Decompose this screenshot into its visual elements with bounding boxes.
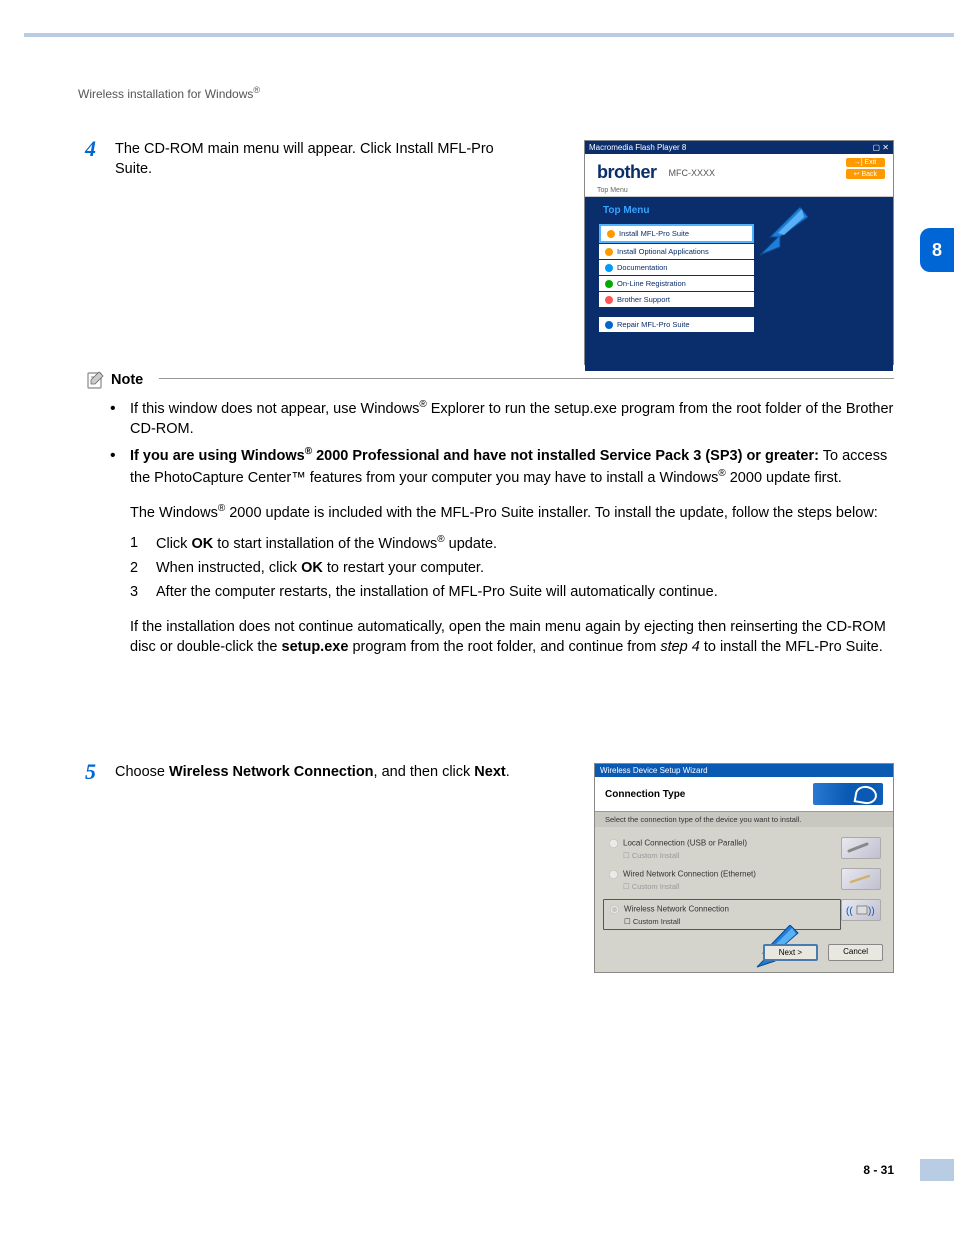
- svg-text:)): )): [868, 906, 875, 917]
- menu-support[interactable]: Brother Support: [599, 292, 754, 307]
- note-label: Note: [111, 372, 143, 388]
- ss2-header-text: Connection Type: [605, 789, 685, 800]
- note-para-2: If the installation does not continue au…: [130, 617, 894, 658]
- option-wired[interactable]: Wired Network Connection (Ethernet) ☐ Cu…: [607, 868, 881, 891]
- ss1-body: Top Menu Install MFL-Pro Suite Install O…: [585, 197, 893, 371]
- svg-text:((: ((: [846, 906, 853, 917]
- substep-2: 2When instructed, click OK to restart yo…: [130, 558, 894, 578]
- next-button[interactable]: Next >: [763, 944, 818, 961]
- wireless-logo-icon: [813, 783, 883, 805]
- menu-install-optional[interactable]: Install Optional Applications: [599, 244, 754, 259]
- ss2-subtitle: Select the connection type of the device…: [595, 812, 893, 827]
- note-section: Note If this window does not appear, use…: [85, 370, 894, 663]
- chapter-tab: 8: [920, 228, 954, 272]
- step-4-number: 4: [85, 136, 96, 162]
- ss1-logo-row: brother MFC-XXXX →]Exit ↩Back: [585, 154, 893, 187]
- step-5-number: 5: [85, 759, 96, 785]
- cancel-button[interactable]: Cancel: [828, 944, 883, 961]
- top-accent-bar: [24, 33, 954, 37]
- substep-3: 3After the computer restarts, the instal…: [130, 582, 894, 602]
- ss2-header: Connection Type: [595, 777, 893, 812]
- exit-button[interactable]: →]Exit: [846, 158, 885, 167]
- ss1-menu: Install MFL-Pro Suite Install Optional A…: [599, 224, 879, 332]
- screenshot-connection-type: Wireless Device Setup Wizard Connection …: [594, 763, 894, 973]
- note-divider: [159, 378, 894, 379]
- ethernet-icon: [841, 868, 881, 890]
- usb-icon: [841, 837, 881, 859]
- note-bullet-2: If you are using Windows® 2000 Professio…: [130, 445, 894, 657]
- option-wireless[interactable]: Wireless Network Connection ☐ Custom Ins…: [607, 899, 881, 930]
- menu-install-mfl[interactable]: Install MFL-Pro Suite: [599, 224, 754, 243]
- window-controls-icon: ▢ ✕: [873, 143, 889, 152]
- ss2-body: Local Connection (USB or Parallel) ☐ Cus…: [595, 827, 893, 967]
- option-local[interactable]: Local Connection (USB or Parallel) ☐ Cus…: [607, 837, 881, 860]
- menu-registration[interactable]: On-Line Registration: [599, 276, 754, 291]
- ss2-titlebar: Wireless Device Setup Wizard: [595, 764, 893, 777]
- ss1-breadcrumb: Top Menu: [585, 187, 893, 197]
- registered-mark: ®: [253, 85, 260, 95]
- ss1-window-title: Macromedia Flash Player 8: [589, 143, 686, 152]
- bottom-accent: [920, 1159, 954, 1181]
- menu-documentation[interactable]: Documentation: [599, 260, 754, 275]
- back-button[interactable]: ↩Back: [846, 169, 885, 179]
- screenshot-top-menu: Macromedia Flash Player 8 ▢ ✕ brother MF…: [584, 140, 894, 365]
- header-label: Wireless installation for Windows: [78, 87, 253, 101]
- step-4-text: The CD-ROM main menu will appear. Click …: [115, 140, 515, 179]
- page-number: 8 - 31: [863, 1163, 894, 1177]
- page-header: Wireless installation for Windows®: [78, 85, 260, 101]
- substep-1: 1Click OK to start installation of the W…: [130, 533, 894, 554]
- menu-repair[interactable]: Repair MFL-Pro Suite: [599, 317, 754, 332]
- note-para-1: The Windows® 2000 update is included wit…: [130, 502, 894, 523]
- note-body: If this window does not appear, use Wind…: [130, 398, 894, 657]
- ss1-heading: Top Menu: [603, 205, 879, 216]
- ss1-titlebar: Macromedia Flash Player 8 ▢ ✕: [585, 141, 893, 154]
- model-text: MFC-XXXX: [669, 168, 716, 178]
- note-icon: [85, 370, 105, 390]
- note-bullet-1: If this window does not appear, use Wind…: [130, 398, 894, 439]
- brother-logo: brother: [597, 162, 657, 183]
- wireless-icon: (()): [841, 899, 881, 921]
- step-5-text: Choose Wireless Network Connection, and …: [115, 763, 515, 783]
